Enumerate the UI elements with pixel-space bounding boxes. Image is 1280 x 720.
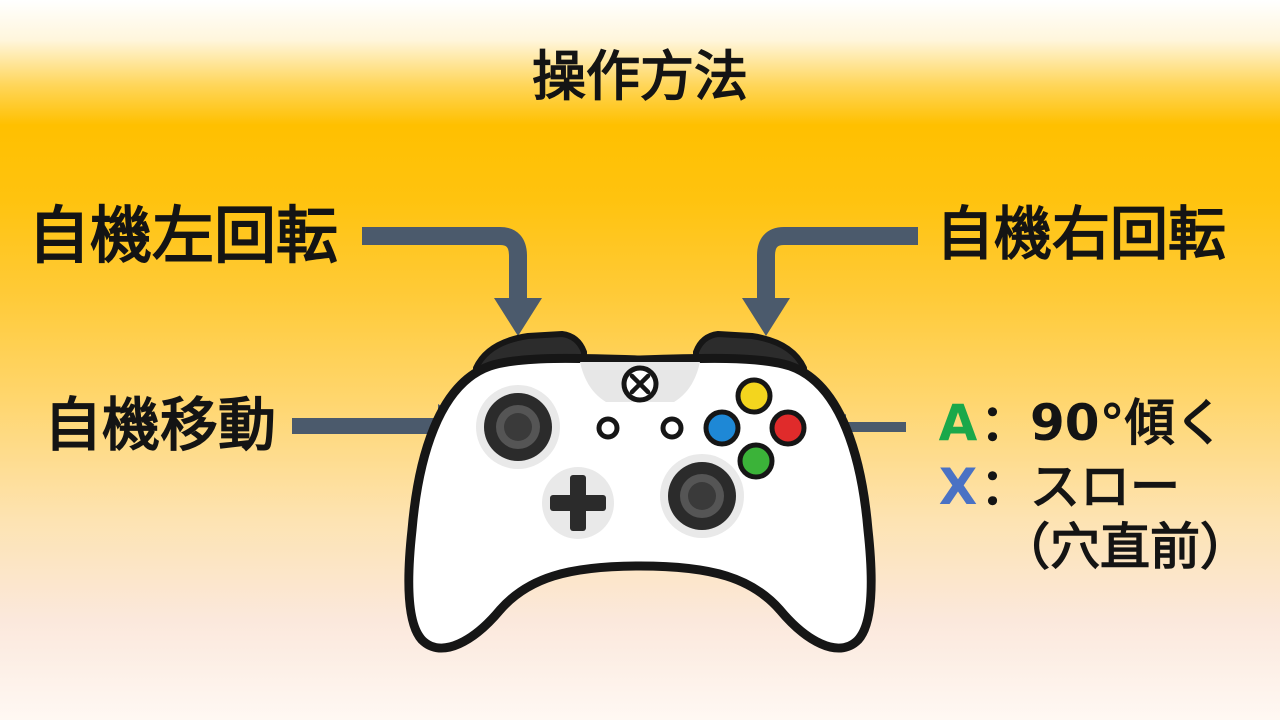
b-button [769,409,807,447]
dpad [542,467,614,539]
left-stick [476,385,560,469]
arrow-right-rotate [742,227,918,336]
controller [404,331,876,653]
x-button [703,409,741,447]
controller-illustration [292,227,918,653]
right-stick [660,454,744,538]
arrow-left-rotate [362,227,542,336]
y-button [735,377,773,415]
view-button [596,416,620,440]
menu-button [660,416,684,440]
a-button [737,442,775,480]
